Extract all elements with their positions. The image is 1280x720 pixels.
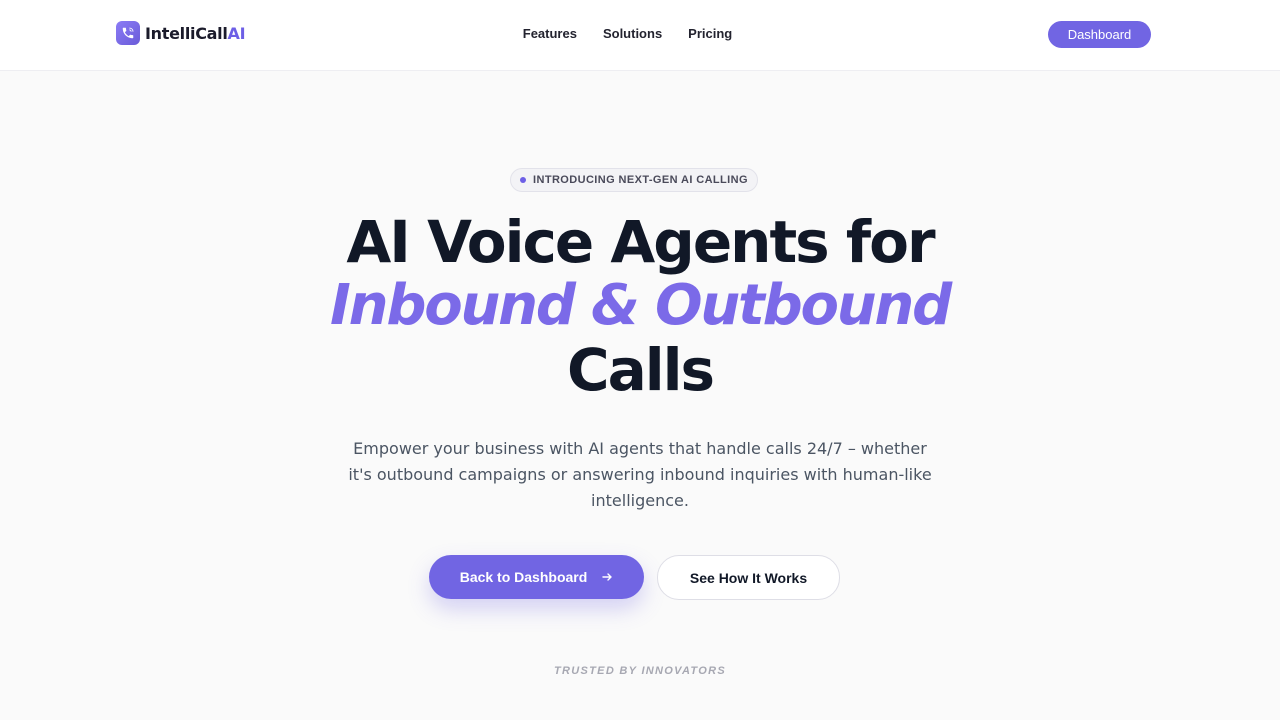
brand-name-accent: AI	[227, 23, 246, 43]
nav-link-features[interactable]: Features	[523, 26, 577, 41]
trusted-by-label: TRUSTED BY INNOVATORS	[554, 665, 726, 677]
arrow-right-icon	[601, 571, 613, 583]
brand-name: IntelliCall	[145, 23, 228, 43]
headline-accent: Inbound & Outbound	[330, 273, 952, 338]
phone-icon	[116, 21, 140, 45]
intro-badge: INTRODUCING NEXT-GEN AI CALLING	[510, 168, 758, 192]
nav-link-solutions[interactable]: Solutions	[603, 26, 662, 41]
dot-icon	[520, 177, 527, 183]
headline-line-3: Calls	[567, 336, 715, 404]
nav-link-pricing[interactable]: Pricing	[688, 26, 732, 41]
headline-line-1: AI Voice Agents for	[346, 208, 935, 276]
hero-headline: AI Voice Agents for Inbound & Outbound C…	[0, 210, 1280, 402]
badge-text: INTRODUCING NEXT-GEN AI CALLING	[533, 174, 748, 186]
navbar: IntelliCall AI Features Solutions Pricing…	[0, 0, 1280, 71]
back-to-dashboard-label: Back to Dashboard	[459, 569, 588, 585]
hero-subtitle: Empower your business with AI agents tha…	[348, 439, 932, 510]
dashboard-button[interactable]: Dashboard	[1048, 21, 1151, 48]
see-how-it-works-button[interactable]: See How It Works	[657, 555, 840, 600]
brand-logo-link[interactable]: IntelliCall AI	[116, 20, 246, 46]
back-to-dashboard-button[interactable]: Back to Dashboard	[429, 555, 644, 599]
